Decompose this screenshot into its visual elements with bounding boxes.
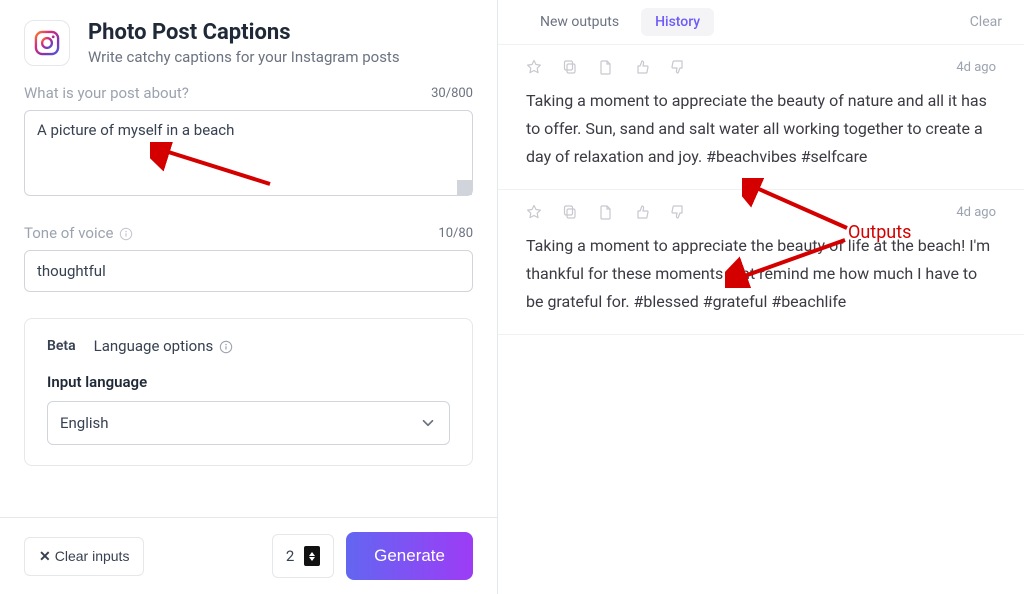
beta-badge: Beta [47, 338, 76, 354]
output-timestamp: 4d ago [956, 205, 996, 220]
copy-icon[interactable] [562, 204, 578, 220]
tab-new-outputs[interactable]: New outputs [526, 8, 633, 36]
tone-counter: 10/80 [438, 226, 473, 241]
output-text: Taking a moment to appreciate the beauty… [526, 87, 996, 171]
generate-button[interactable]: Generate [346, 532, 473, 580]
tabs-row: New outputs History Clear [498, 0, 1024, 45]
tab-history[interactable]: History [641, 8, 714, 36]
right-panel: New outputs History Clear 4d ago Taking … [498, 0, 1024, 594]
post-about-textarea[interactable] [24, 110, 473, 196]
input-language-select[interactable]: English [47, 401, 450, 445]
output-text: Taking a moment to appreciate the beauty… [526, 232, 996, 316]
thumbs-up-icon[interactable] [634, 204, 650, 220]
output-card: 4d ago Taking a moment to appreciate the… [498, 45, 1024, 190]
tone-input[interactable] [24, 250, 473, 292]
info-icon [219, 340, 233, 354]
output-card: 4d ago Taking a moment to appreciate the… [498, 190, 1024, 335]
output-timestamp: 4d ago [956, 60, 996, 75]
star-icon[interactable] [526, 59, 542, 75]
post-about-counter: 30/800 [431, 86, 473, 101]
quantity-value: 2 [286, 547, 294, 565]
footer-bar: ✕ Clear inputs 2 Generate [0, 517, 497, 594]
input-language-value: English [60, 414, 109, 432]
quantity-stepper[interactable]: 2 [272, 534, 334, 578]
star-icon[interactable] [526, 204, 542, 220]
tone-label: Tone of voice [24, 224, 133, 242]
chevron-down-icon [419, 414, 437, 432]
copy-icon[interactable] [562, 59, 578, 75]
instagram-icon [24, 20, 70, 66]
document-icon[interactable] [598, 204, 614, 220]
close-icon: ✕ [39, 548, 51, 565]
language-options-card: Beta Language options Input language Eng… [24, 318, 473, 466]
thumbs-down-icon[interactable] [670, 204, 686, 220]
post-about-label: What is your post about? [24, 84, 189, 102]
thumbs-down-icon[interactable] [670, 59, 686, 75]
thumbs-up-icon[interactable] [634, 59, 650, 75]
page-subtitle: Write catchy captions for your Instagram… [88, 48, 400, 66]
header: Photo Post Captions Write catchy caption… [0, 0, 497, 78]
clear-outputs-link[interactable]: Clear [970, 14, 1002, 30]
left-panel: Photo Post Captions Write catchy caption… [0, 0, 498, 594]
document-icon[interactable] [598, 59, 614, 75]
clear-inputs-button[interactable]: ✕ Clear inputs [24, 537, 144, 576]
page-title: Photo Post Captions [88, 20, 400, 46]
input-language-label: Input language [47, 373, 450, 391]
stepper-icon [304, 546, 320, 566]
language-options-label: Language options [94, 337, 233, 355]
info-icon [119, 227, 133, 241]
